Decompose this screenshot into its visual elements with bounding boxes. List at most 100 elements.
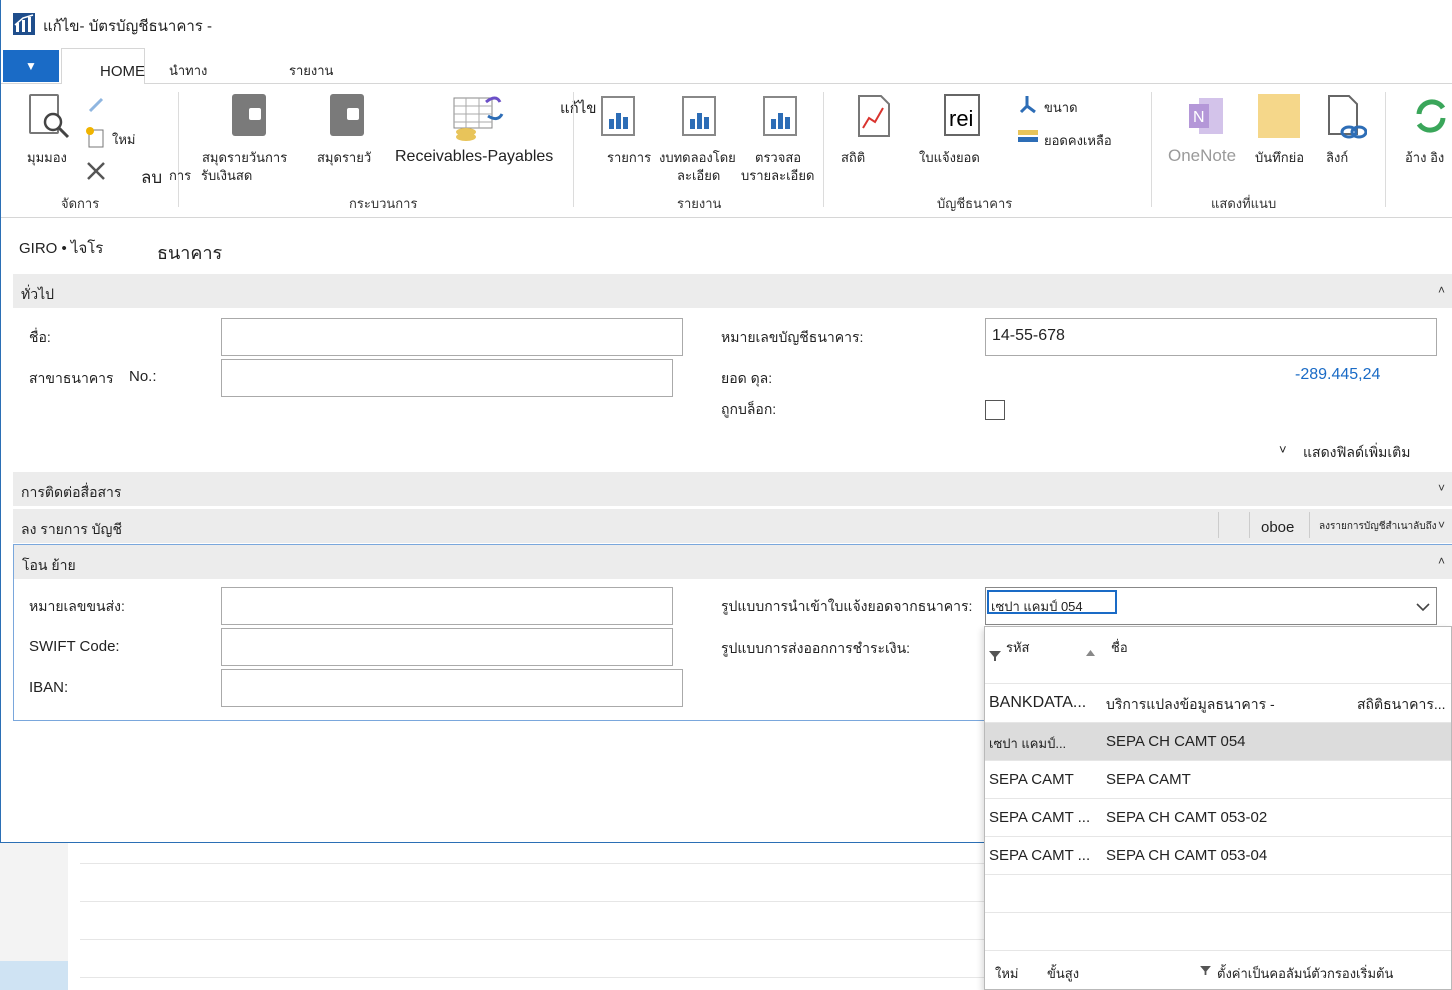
posting-separator (1309, 512, 1310, 538)
group-bank-account-label: บัญชีธนาคาร (937, 196, 1013, 211)
refresh-icon[interactable] (1411, 96, 1451, 136)
links-button[interactable]: ลิงก์ (1326, 147, 1348, 168)
check-details-label-2: บรายละเอียด (741, 168, 815, 183)
fasttab-general-title: ทั่วไป (21, 286, 55, 302)
fasttab-transfer[interactable]: โอน ย้าย ˄ (14, 545, 1452, 579)
notes-button[interactable]: บันทึกย่อ (1255, 147, 1304, 168)
cash-receipt-journal-icon[interactable] (232, 94, 266, 136)
fasttab-posting[interactable]: ลง รายการ บัญชี oboe ลงรายการบัญชีสำเนาล… (13, 509, 1452, 543)
fasttab-general[interactable]: ทั่วไป ˄ (13, 274, 1452, 308)
chevron-down-icon[interactable]: ˅ (1438, 518, 1445, 532)
chevron-up-icon[interactable]: ˄ (1438, 283, 1445, 297)
chevron-down-icon[interactable] (1416, 602, 1430, 612)
list-item-empty (985, 913, 1451, 951)
statements-button[interactable]: ใบแจ้งยอด (919, 147, 980, 168)
refresh-button[interactable]: อ้าง อิง (1405, 147, 1444, 168)
receivables-payables-icon[interactable] (452, 92, 504, 142)
size-icon (1019, 96, 1036, 114)
delete-button[interactable]: ลบ (141, 164, 162, 191)
list-item-selected[interactable]: เซปา แคมป์... SEPA CH CAMT 054 (985, 723, 1451, 761)
background-sidebar-selected (0, 961, 68, 990)
list-report-icon[interactable] (601, 96, 635, 136)
list-item[interactable]: SEPA CAMT SEPA CAMT (985, 761, 1451, 799)
background-row-line (80, 863, 985, 864)
view-button[interactable] (27, 94, 77, 154)
check-details-icon[interactable] (763, 96, 797, 136)
account-no-field[interactable]: 14-55-678 (985, 318, 1437, 356)
filter-icon[interactable] (989, 651, 1001, 661)
transit-no-field[interactable] (221, 587, 673, 625)
fasttab-communication-title: การติดต่อสื่อสาร (21, 484, 122, 500)
balance-value[interactable]: -289.445,24 (1295, 366, 1380, 384)
branch-no-field[interactable] (221, 359, 673, 397)
set-default-filter-column-button[interactable]: ตั้งค่าเป็นคอลัมน์ตัวกรองเริ่มต้น (1217, 963, 1393, 984)
swift-code-field[interactable] (221, 628, 673, 666)
statistics-icon[interactable] (857, 94, 891, 138)
column-header-name[interactable]: ชื่อ (1111, 637, 1128, 658)
iban-field[interactable] (221, 669, 683, 707)
background-row-line (80, 939, 985, 940)
export-format-label: รูปแบบการส่งออกการชำระเงิน: (721, 640, 911, 656)
edit-pencil-icon[interactable] (87, 96, 107, 114)
onenote-button[interactable]: OneNote (1168, 146, 1236, 166)
list-item[interactable]: SEPA CAMT ... SEPA CH CAMT 053-02 (985, 799, 1451, 837)
ribbon-tab-bar: ▼ HOME นำทาง รายงาน (1, 46, 1452, 85)
new-button[interactable]: ใหม่ (112, 129, 136, 150)
new-button[interactable]: ใหม่ (995, 963, 1019, 984)
show-more-fields-link[interactable]: แสดงฟิลด์เพิ่มเติม (1303, 442, 1410, 464)
group-manage-label: จัดการ (61, 196, 100, 211)
detail-trial-balance-label-2: ละเอียด (677, 168, 721, 183)
group-process-label: กระบวนการ (349, 196, 418, 211)
list-item-name: SEPA CH CAMT 053-02 (1106, 809, 1268, 826)
posting-separator (1218, 512, 1219, 538)
import-format-input[interactable]: เซปา แคมป์ 054 (987, 590, 1117, 614)
list-report-button[interactable]: รายการ (607, 147, 651, 168)
chevron-down-icon[interactable]: ˅ (1438, 481, 1445, 495)
notes-icon[interactable] (1258, 94, 1300, 138)
list-item-name: SEPA CAMT (1106, 771, 1191, 788)
group-separator (1385, 92, 1386, 207)
group-separator (573, 92, 574, 207)
advanced-button[interactable]: ขั้นสูง (1047, 963, 1079, 984)
chevron-up-icon[interactable]: ˄ (1438, 554, 1445, 568)
fasttab-posting-title: ลง รายการ บัญชี (21, 521, 122, 537)
list-item-code: SEPA CAMT ... (989, 809, 1091, 826)
onenote-icon[interactable]: N (1185, 94, 1227, 138)
branch-label: สาขาธนาคาร (29, 370, 114, 386)
transit-no-label: หมายเลขขนส่ง: (29, 598, 125, 614)
import-format-label: รูปแบบการนำเข้าใบแจ้งยอดจากธนาคาร: (721, 598, 973, 614)
fasttab-communication[interactable]: การติดต่อสื่อสาร ˅ (13, 472, 1452, 506)
tab-home[interactable]: HOME (61, 48, 145, 85)
edit-button[interactable]: แก้ไข (560, 96, 597, 120)
tab-reports[interactable]: รายงาน (289, 60, 333, 81)
process-overlap-label: การ (169, 168, 192, 183)
statements-icon[interactable]: rei (944, 94, 980, 136)
list-item-code: SEPA CAMT ... (989, 847, 1091, 864)
trial-balance-icon[interactable] (682, 96, 716, 136)
list-item[interactable]: BANKDATA... บริการแปลงข้อมูลธนาคาร - สถิ… (985, 683, 1451, 723)
journal-button[interactable]: สมุดรายวั (317, 147, 371, 168)
sort-ascending-icon[interactable] (1086, 650, 1095, 656)
balance-button[interactable]: ยอดคงเหลือ (1044, 130, 1112, 151)
chevron-down-icon[interactable]: ˅ (1279, 442, 1287, 457)
size-button[interactable]: ขนาด (1044, 97, 1078, 118)
receivables-payables-button[interactable]: Receivables-Payables (395, 148, 553, 166)
svg-text:N: N (1193, 109, 1205, 126)
column-header-code[interactable]: รหัส (1006, 637, 1030, 658)
tab-navigate[interactable]: นำทาง (169, 60, 207, 81)
links-icon[interactable] (1327, 94, 1367, 140)
list-item-name: SEPA CH CAMT 053-04 (1106, 847, 1268, 864)
list-item-name: SEPA CH CAMT 054 (1106, 733, 1246, 750)
statistics-button[interactable]: สถิติ (841, 147, 865, 168)
group-reports-label: รายงาน (677, 196, 722, 211)
statements-icon-text: rei (949, 106, 974, 131)
application-menu-button[interactable]: ▼ (3, 50, 59, 82)
list-item[interactable]: SEPA CAMT ... SEPA CH CAMT 053-04 (985, 837, 1451, 875)
import-format-combobox[interactable]: เซปา แคมป์ 054 (985, 587, 1437, 625)
page-header-code: GIRO • ไจโร (19, 240, 104, 257)
name-field[interactable] (221, 318, 683, 356)
journal-icon[interactable] (330, 94, 364, 136)
blocked-checkbox[interactable] (985, 400, 1005, 420)
branch-no-label: No.: (129, 368, 157, 385)
delete-x-icon[interactable] (85, 160, 107, 182)
